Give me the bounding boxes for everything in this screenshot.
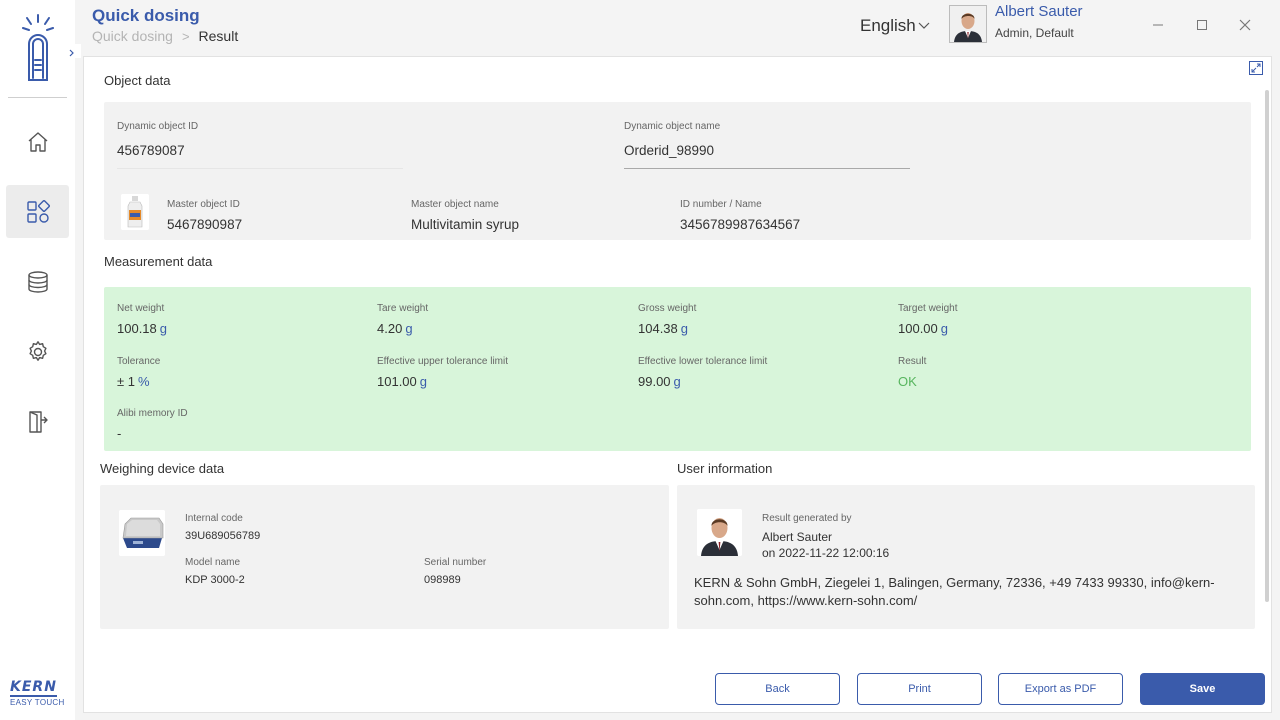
maximize-button[interactable]	[1194, 17, 1210, 33]
master-object-id-value: 5467890987	[167, 217, 243, 232]
print-button[interactable]: Print	[857, 673, 982, 705]
result-generated-date: on 2022-11-22 12:00:16	[762, 546, 890, 560]
id-number-label: ID number / Name	[680, 199, 762, 210]
database-icon	[27, 270, 48, 293]
breadcrumb: Quick dosing > Result	[92, 28, 238, 44]
target-weight-label: Target weight	[898, 303, 958, 314]
back-button[interactable]: Back	[715, 673, 840, 705]
model-name-value: KDP 3000-2	[185, 574, 245, 586]
sidebar-item-settings[interactable]	[6, 325, 69, 378]
kern-scale-logo-icon	[22, 14, 54, 81]
sidebar-divider	[8, 97, 67, 98]
tolerance-value: ± 1%	[117, 374, 150, 389]
result-label: Result	[898, 356, 927, 367]
page-title: Quick dosing	[92, 6, 200, 25]
alibi-memory-id-label: Alibi memory ID	[117, 408, 188, 419]
maximize-icon	[1197, 20, 1207, 30]
user-role: Admin, Default	[995, 26, 1074, 40]
company-contact-info: KERN & Sohn GmbH, Ziegelei 1, Balingen, …	[694, 575, 1215, 608]
result-generated-by: Albert Sauter	[762, 530, 833, 544]
brand-subtitle: EASY TOUCH	[10, 698, 65, 707]
net-weight-value: 100.18 g	[117, 321, 167, 336]
close-icon	[1239, 19, 1251, 31]
fullscreen-button[interactable]	[1249, 61, 1263, 80]
sidebar-expand-button[interactable]	[67, 44, 81, 58]
serial-number-value: 098989	[424, 574, 461, 586]
minimize-button[interactable]	[1150, 17, 1166, 33]
syrup-bottle-icon	[121, 194, 149, 230]
dynamic-object-name-input[interactable]: Orderid_98990	[624, 143, 714, 158]
user-photo	[697, 509, 742, 556]
master-object-name-value: Multivitamin syrup	[411, 217, 520, 232]
export-pdf-button[interactable]: Export as PDF	[998, 673, 1123, 705]
dynamic-object-name-label: Dynamic object name	[624, 121, 721, 132]
breadcrumb-item-result: Result	[198, 28, 239, 44]
upper-tolerance-limit-value: 101.00 g	[377, 374, 427, 389]
user-information-title: User information	[677, 461, 773, 476]
breadcrumb-item-quick-dosing[interactable]: Quick dosing	[92, 28, 173, 44]
serial-number-label: Serial number	[424, 557, 487, 568]
result-generated-label: Result generated by	[762, 513, 852, 524]
master-object-id-label: Master object ID	[167, 199, 240, 210]
gross-weight-label: Gross weight	[638, 303, 697, 314]
gear-icon	[28, 340, 47, 361]
id-number-value: 3456789987634567	[680, 217, 801, 232]
product-bottle-image	[121, 194, 149, 230]
measurement-data-title: Measurement data	[104, 254, 213, 269]
sidebar-item-database[interactable]	[6, 255, 69, 308]
chevron-down-icon	[918, 22, 930, 29]
save-button[interactable]: Save	[1140, 673, 1265, 705]
gross-weight-value: 104.38 g	[638, 321, 688, 336]
breadcrumb-chevron-icon: >	[181, 28, 190, 44]
user-portrait-icon	[697, 509, 742, 556]
target-weight-value: 100.00 g	[898, 321, 948, 336]
net-weight-label: Net weight	[117, 303, 165, 314]
model-name-label: Model name	[185, 557, 241, 568]
avatar[interactable]	[949, 5, 987, 43]
apps-grid-icon	[26, 199, 50, 223]
dynamic-object-id-underline	[117, 168, 403, 169]
internal-code-value: 39U689056789	[185, 530, 261, 542]
weighing-device-data-title: Weighing device data	[100, 461, 225, 476]
scale-device-image	[119, 510, 165, 556]
internal-code-label: Internal code	[185, 513, 243, 524]
object-data-title: Object data	[104, 73, 171, 88]
dynamic-object-name-underline	[624, 168, 910, 169]
sidebar-item-home[interactable]	[6, 115, 69, 168]
sidebar-item-logout[interactable]	[6, 395, 69, 448]
chevron-right-icon	[69, 49, 74, 57]
upper-tolerance-limit-label: Effective upper tolerance limit	[377, 356, 508, 367]
tare-weight-label: Tare weight	[377, 303, 429, 314]
minimize-icon	[1153, 24, 1163, 26]
dynamic-object-id-label: Dynamic object ID	[117, 121, 199, 132]
close-button[interactable]	[1237, 17, 1253, 33]
lower-tolerance-limit-label: Effective lower tolerance limit	[638, 356, 768, 367]
lower-tolerance-limit-value: 99.00 g	[638, 374, 681, 389]
sidebar-item-apps[interactable]	[6, 185, 69, 238]
dynamic-object-id-field[interactable]: 456789087	[117, 143, 185, 158]
weighing-scale-icon	[119, 510, 165, 556]
tolerance-label: Tolerance	[117, 356, 161, 367]
exit-icon	[28, 410, 48, 433]
result-status-badge: OK	[898, 374, 917, 389]
language-label: English	[860, 16, 916, 35]
tare-weight-value: 4.20 g	[377, 321, 413, 336]
user-name[interactable]: Albert Sauter	[995, 3, 1083, 20]
user-avatar-icon	[950, 6, 986, 42]
scrollbar[interactable]	[1265, 90, 1269, 602]
master-object-name-label: Master object name	[411, 199, 499, 210]
kern-brand-logo: KERN EASY TOUCH	[10, 678, 66, 707]
sidebar: KERN EASY TOUCH	[0, 0, 75, 720]
brand-name: KERN	[10, 679, 57, 697]
home-icon	[28, 131, 47, 152]
expand-icon	[1249, 61, 1263, 75]
language-selector[interactable]: English	[860, 16, 930, 36]
alibi-memory-id-value: -	[117, 426, 122, 441]
